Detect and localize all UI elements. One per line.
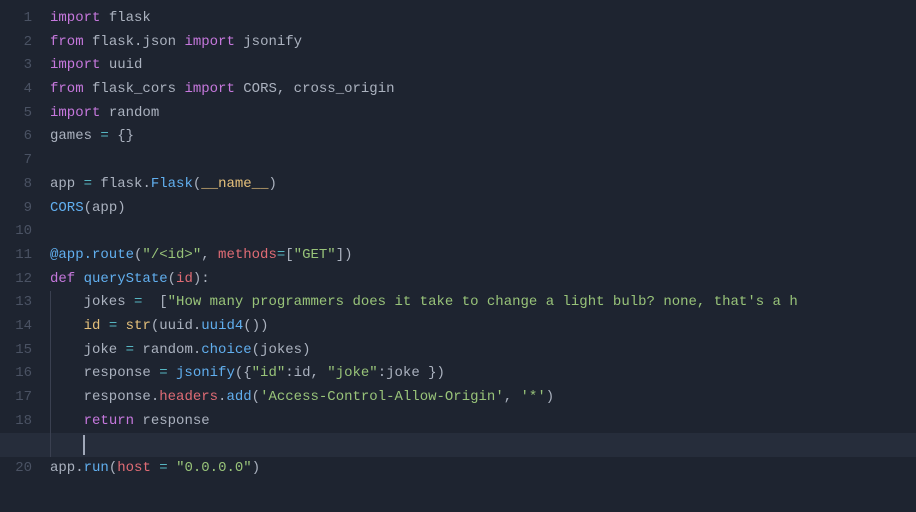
line-number: 9 xyxy=(0,197,32,221)
code-line[interactable]: import random xyxy=(50,102,916,126)
line-number: 10 xyxy=(0,220,32,244)
code-area[interactable]: import flask from flask.json import json… xyxy=(50,0,916,512)
code-line[interactable]: app.run(host = "0.0.0.0") xyxy=(50,457,916,481)
line-number: 15 xyxy=(0,339,32,363)
code-line-current[interactable] xyxy=(50,433,916,457)
line-number: 4 xyxy=(0,78,32,102)
code-line[interactable]: id = str(uuid.uuid4()) xyxy=(50,315,916,339)
line-number: 12 xyxy=(0,268,32,292)
line-number: 3 xyxy=(0,54,32,78)
line-number: 13 xyxy=(0,291,32,315)
code-line[interactable]: return response xyxy=(50,410,916,434)
cursor-icon xyxy=(83,435,85,455)
line-number: 16 xyxy=(0,362,32,386)
code-line[interactable]: app = flask.Flask(__name__) xyxy=(50,173,916,197)
line-number: 11 xyxy=(0,244,32,268)
code-line[interactable]: joke = random.choice(jokes) xyxy=(50,339,916,363)
code-line[interactable]: games = {} xyxy=(50,125,916,149)
code-line[interactable]: from flask_cors import CORS, cross_origi… xyxy=(50,78,916,102)
code-line[interactable]: import uuid xyxy=(50,54,916,78)
code-editor[interactable]: 1 2 3 4 5 6 7 8 9 10 11 12 13 14 15 16 1… xyxy=(0,0,916,512)
line-number: 1 xyxy=(0,7,32,31)
line-number: 6 xyxy=(0,125,32,149)
code-line[interactable]: jokes = ["How many programmers does it t… xyxy=(50,291,916,315)
line-number: 18 xyxy=(0,410,32,434)
code-line[interactable]: def queryState(id): xyxy=(50,268,916,292)
code-line[interactable] xyxy=(50,220,916,244)
line-number: 7 xyxy=(0,149,32,173)
code-line[interactable]: CORS(app) xyxy=(50,197,916,221)
line-number: 14 xyxy=(0,315,32,339)
code-line[interactable]: from flask.json import jsonify xyxy=(50,31,916,55)
line-number: 17 xyxy=(0,386,32,410)
code-line[interactable]: response.headers.add('Access-Control-All… xyxy=(50,386,916,410)
line-number: 20 xyxy=(0,457,32,481)
code-line[interactable]: response = jsonify({"id":id, "joke":joke… xyxy=(50,362,916,386)
line-number: 2 xyxy=(0,31,32,55)
line-number: 5 xyxy=(0,102,32,126)
code-line[interactable]: import flask xyxy=(50,7,916,31)
line-number: 8 xyxy=(0,173,32,197)
code-line[interactable]: @app.route("/<id>", methods=["GET"]) xyxy=(50,244,916,268)
code-line[interactable] xyxy=(50,149,916,173)
